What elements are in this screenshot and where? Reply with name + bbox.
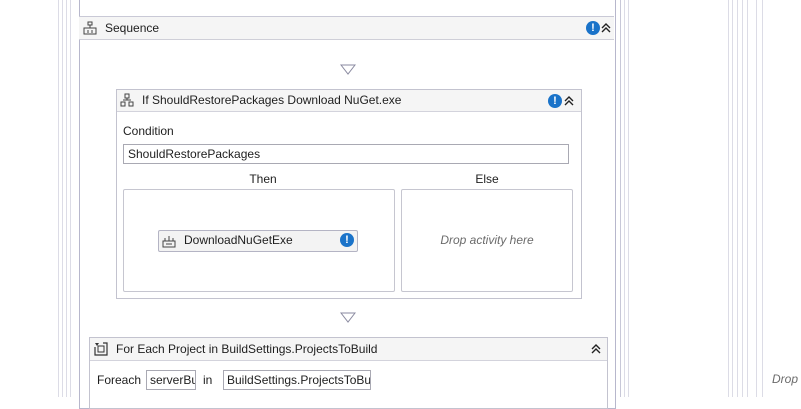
guide-line	[58, 0, 59, 397]
warning-icon[interactable]: !	[548, 94, 562, 108]
then-label: Then	[249, 172, 277, 186]
foreach-activity[interactable]: For Each Project in BuildSettings.Projec…	[89, 337, 608, 409]
collapse-icon[interactable]	[600, 22, 612, 34]
collapse-icon[interactable]	[590, 343, 602, 355]
sequence-header[interactable]: Sequence !	[79, 16, 614, 40]
activity-icon	[162, 236, 176, 248]
warning-icon[interactable]: !	[340, 233, 354, 247]
foreach-title: For Each Project in BuildSettings.Projec…	[116, 342, 378, 356]
guide-line	[756, 0, 757, 397]
guide-line	[728, 0, 729, 397]
in-label: in	[203, 373, 213, 387]
guide-line	[762, 0, 763, 397]
condition-label: Condition	[123, 124, 174, 138]
sequence-icon	[83, 21, 97, 35]
foreach-collection-input[interactable]: BuildSettings.ProjectsToBu	[223, 370, 371, 390]
guide-line	[62, 0, 63, 397]
guide-line	[747, 0, 748, 397]
guide-line	[737, 0, 738, 397]
warning-icon[interactable]: !	[586, 21, 600, 35]
if-icon	[120, 93, 134, 107]
activity-label: DownloadNuGetExe	[184, 233, 293, 247]
guide-line	[620, 0, 621, 397]
guide-line	[66, 0, 67, 397]
guide-line	[732, 0, 733, 397]
if-title: If ShouldRestorePackages Download NuGet.…	[142, 93, 402, 107]
foreach-header[interactable]: For Each Project in BuildSettings.Projec…	[90, 338, 607, 361]
drop-target-arrow-icon[interactable]	[340, 312, 356, 324]
foreach-item-input[interactable]: serverBu	[146, 370, 196, 390]
foreach-icon	[94, 342, 108, 356]
guide-line	[70, 0, 71, 397]
guide-line	[628, 0, 629, 397]
drop-activity-placeholder: Drop	[772, 372, 799, 386]
guide-line	[742, 0, 743, 397]
guide-line	[624, 0, 625, 397]
if-header[interactable]: If ShouldRestorePackages Download NuGet.…	[117, 90, 581, 112]
foreach-label: Foreach	[97, 373, 142, 387]
sequence-title: Sequence	[105, 21, 160, 35]
else-label: Else	[475, 172, 499, 186]
collapse-icon[interactable]	[563, 95, 575, 107]
drop-activity-placeholder: Drop activity here	[440, 233, 534, 247]
download-nuget-activity[interactable]: DownloadNuGetExe !	[158, 230, 358, 252]
condition-input[interactable]: ShouldRestorePackages	[123, 144, 569, 164]
drop-target-arrow-icon[interactable]	[340, 64, 356, 76]
if-activity[interactable]: If ShouldRestorePackages Download NuGet.…	[116, 89, 582, 299]
